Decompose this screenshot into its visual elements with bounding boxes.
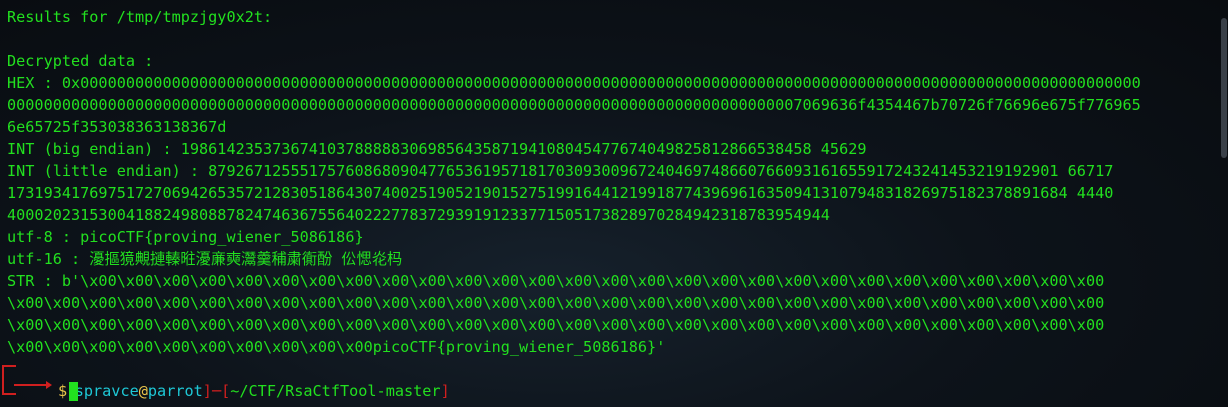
str-line: \x00\x00\x00\x00\x00\x00\x00\x00\x00\x00… (7, 338, 666, 356)
cursor-block (69, 381, 79, 401)
command-input[interactable]: $ (58, 380, 79, 402)
prompt-path-open: [ (221, 382, 231, 400)
int-little-endian-line: 4000202315300418824980887824746367556402… (7, 206, 830, 224)
prompt-arrow-icon (14, 381, 52, 389)
prompt-path-close: ] (440, 382, 450, 400)
prompt-symbol: $ (58, 382, 68, 400)
utf8-line: utf-8 : picoCTF{proving_wiener_5086186} (7, 228, 364, 246)
scrollbar-thumb[interactable] (1221, 18, 1227, 158)
int-little-endian-line: INT (little endian) : 879267125551757608… (7, 162, 1114, 180)
str-line: \x00\x00\x00\x00\x00\x00\x00\x00\x00\x00… (7, 294, 1105, 312)
shell-prompt: [spravce@parrot]─[~/CTF/RsaCtfTool-maste… (7, 358, 1228, 400)
terminal-window[interactable]: Results for /tmp/tmpzjgy0x2t: Decrypted … (0, 0, 1228, 407)
decrypted-label: Decrypted data : (7, 52, 154, 70)
prompt-close-bracket: ] (202, 382, 212, 400)
str-line: \x00\x00\x00\x00\x00\x00\x00\x00\x00\x00… (7, 316, 1105, 334)
int-little-endian-line: 1731934176975172706942653572128305186430… (7, 184, 1114, 202)
prompt-user: spravce (74, 382, 139, 400)
prompt-path: ~/CTF/RsaCtfTool-master (230, 382, 441, 400)
scrollbar[interactable] (1220, 0, 1228, 407)
prompt-corner-decoration (2, 365, 16, 395)
int-big-endian-line: INT (big endian) : 198614235373674103788… (7, 140, 867, 158)
prompt-dash: ─ (211, 382, 222, 400)
hex-line: 0000000000000000000000000000000000000000… (7, 96, 1141, 114)
results-header: Results for /tmp/tmpzjgy0x2t: (7, 8, 273, 26)
utf16-line: utf-16 : 瀀摳獍覥摙轃暀瀀亷奭灊羹秿粛衠酚 伀愢炛杩 (7, 250, 403, 268)
hex-line: 6e65725f353038363138367d (7, 118, 227, 136)
prompt-at: @ (138, 382, 148, 400)
hex-line: HEX : 0x00000000000000000000000000000000… (7, 74, 1141, 92)
prompt-host: parrot (147, 382, 203, 400)
str-line: STR : b'\x00\x00\x00\x00\x00\x00\x00\x00… (7, 272, 1105, 290)
